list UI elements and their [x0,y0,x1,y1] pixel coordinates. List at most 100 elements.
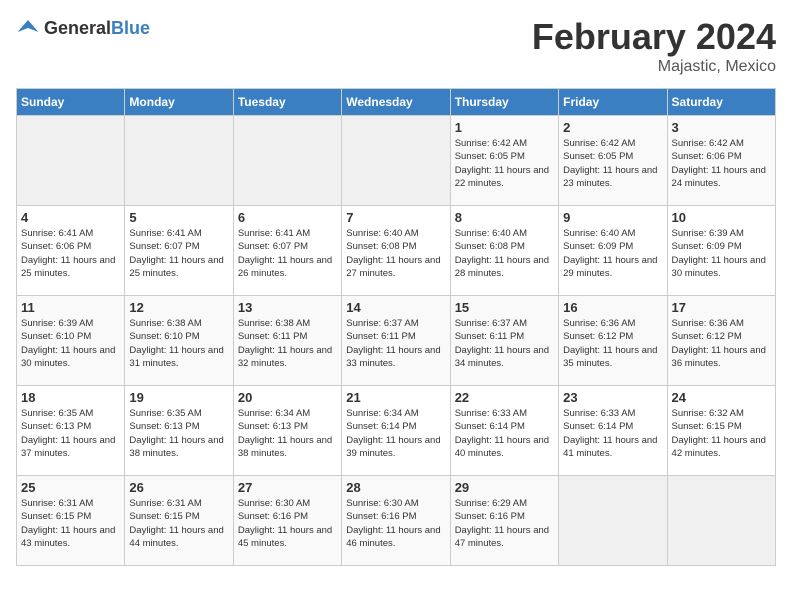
day-info: Sunrise: 6:34 AMSunset: 6:13 PMDaylight:… [238,407,337,460]
day-cell: 20 Sunrise: 6:34 AMSunset: 6:13 PMDayligh… [233,386,341,476]
day-info: Sunrise: 6:35 AMSunset: 6:13 PMDaylight:… [129,407,228,460]
day-cell [342,116,450,206]
day-number: 19 [129,390,228,405]
day-cell: 21 Sunrise: 6:34 AMSunset: 6:14 PMDayligh… [342,386,450,476]
header-saturday: Saturday [667,89,775,116]
day-info: Sunrise: 6:41 AMSunset: 6:07 PMDaylight:… [238,227,337,280]
day-number: 29 [455,480,554,495]
day-cell [667,476,775,566]
day-cell: 15 Sunrise: 6:37 AMSunset: 6:11 PMDayligh… [450,296,558,386]
week-row: 1Sunrise: 6:42 AMSunset: 6:05 PMDaylight… [17,116,776,206]
day-number: 17 [672,300,771,315]
header-thursday: Thursday [450,89,558,116]
week-row: 18 Sunrise: 6:35 AMSunset: 6:13 PMDayligh… [17,386,776,476]
day-number: 4 [21,210,120,225]
day-cell: 1Sunrise: 6:42 AMSunset: 6:05 PMDaylight… [450,116,558,206]
logo-text: GeneralBlue [44,18,150,39]
day-cell: 24 Sunrise: 6:32 AMSunset: 6:15 PMDayligh… [667,386,775,476]
logo-blue: Blue [111,18,150,38]
week-row: 25 Sunrise: 6:31 AMSunset: 6:15 PMDayligh… [17,476,776,566]
day-info: Sunrise: 6:36 AMSunset: 6:12 PMDaylight:… [563,317,662,370]
day-info: Sunrise: 6:39 AMSunset: 6:09 PMDaylight:… [672,227,771,280]
day-number: 22 [455,390,554,405]
day-info: Sunrise: 6:33 AMSunset: 6:14 PMDaylight:… [563,407,662,460]
day-info: Sunrise: 6:39 AMSunset: 6:10 PMDaylight:… [21,317,120,370]
day-info: Sunrise: 6:31 AMSunset: 6:15 PMDaylight:… [129,497,228,550]
day-cell: 28 Sunrise: 6:30 AMSunset: 6:16 PMDayligh… [342,476,450,566]
day-cell: 7Sunrise: 6:40 AMSunset: 6:08 PMDaylight… [342,206,450,296]
day-cell: 5 Sunrise: 6:41 AMSunset: 6:07 PMDaylight… [125,206,233,296]
day-number: 26 [129,480,228,495]
day-number: 25 [21,480,120,495]
day-info: Sunrise: 6:35 AMSunset: 6:13 PMDaylight:… [21,407,120,460]
day-number: 14 [346,300,445,315]
day-cell: 9Sunrise: 6:40 AMSunset: 6:09 PMDaylight… [559,206,667,296]
day-cell: 26 Sunrise: 6:31 AMSunset: 6:15 PMDayligh… [125,476,233,566]
day-number: 6 [238,210,337,225]
week-row: 11 Sunrise: 6:39 AMSunset: 6:10 PMDayligh… [17,296,776,386]
day-info: Sunrise: 6:42 AMSunset: 6:05 PMDaylight:… [563,137,662,190]
day-number: 9 [563,210,662,225]
day-cell [17,116,125,206]
day-number: 18 [21,390,120,405]
day-number: 11 [21,300,120,315]
day-cell: 18 Sunrise: 6:35 AMSunset: 6:13 PMDayligh… [17,386,125,476]
day-cell: 8 Sunrise: 6:40 AMSunset: 6:08 PMDaylight… [450,206,558,296]
day-cell: 6 Sunrise: 6:41 AMSunset: 6:07 PMDaylight… [233,206,341,296]
day-number: 15 [455,300,554,315]
day-cell: 27 Sunrise: 6:30 AMSunset: 6:16 PMDayligh… [233,476,341,566]
day-info: Sunrise: 6:40 AMSunset: 6:08 PMDaylight:… [455,227,554,280]
day-info: Sunrise: 6:41 AMSunset: 6:07 PMDaylight:… [129,227,228,280]
day-number: 12 [129,300,228,315]
day-info: Sunrise: 6:37 AMSunset: 6:11 PMDaylight:… [346,317,445,370]
day-cell [559,476,667,566]
header-friday: Friday [559,89,667,116]
day-number: 13 [238,300,337,315]
day-cell: 16 Sunrise: 6:36 AMSunset: 6:12 PMDayligh… [559,296,667,386]
day-number: 16 [563,300,662,315]
day-number: 28 [346,480,445,495]
day-number: 27 [238,480,337,495]
day-info: Sunrise: 6:33 AMSunset: 6:14 PMDaylight:… [455,407,554,460]
day-cell [233,116,341,206]
day-cell: 14 Sunrise: 6:37 AMSunset: 6:11 PMDayligh… [342,296,450,386]
calendar-table: SundayMondayTuesdayWednesdayThursdayFrid… [16,88,776,566]
day-info: Sunrise: 6:34 AMSunset: 6:14 PMDaylight:… [346,407,445,460]
day-number: 7 [346,210,445,225]
day-cell: 25Sunrise: 6:31 AMSunset: 6:15 PMDayligh… [17,476,125,566]
day-info: Sunrise: 6:42 AMSunset: 6:06 PMDaylight:… [672,137,771,190]
logo: GeneralBlue [16,16,150,40]
day-info: Sunrise: 6:32 AMSunset: 6:15 PMDaylight:… [672,407,771,460]
header-sunday: Sunday [17,89,125,116]
day-cell: 23 Sunrise: 6:33 AMSunset: 6:14 PMDayligh… [559,386,667,476]
day-cell: 22 Sunrise: 6:33 AMSunset: 6:14 PMDayligh… [450,386,558,476]
header-monday: Monday [125,89,233,116]
week-row: 4Sunrise: 6:41 AMSunset: 6:06 PMDaylight… [17,206,776,296]
day-number: 10 [672,210,771,225]
day-info: Sunrise: 6:38 AMSunset: 6:11 PMDaylight:… [238,317,337,370]
day-number: 21 [346,390,445,405]
day-cell: 19 Sunrise: 6:35 AMSunset: 6:13 PMDayligh… [125,386,233,476]
day-number: 8 [455,210,554,225]
logo-icon [16,16,40,40]
day-cell: 17 Sunrise: 6:36 AMSunset: 6:12 PMDayligh… [667,296,775,386]
day-number: 20 [238,390,337,405]
title-area: February 2024 Majastic, Mexico [532,16,776,76]
day-info: Sunrise: 6:36 AMSunset: 6:12 PMDaylight:… [672,317,771,370]
day-number: 3 [672,120,771,135]
day-cell: 12 Sunrise: 6:38 AMSunset: 6:10 PMDayligh… [125,296,233,386]
day-info: Sunrise: 6:30 AMSunset: 6:16 PMDaylight:… [346,497,445,550]
day-number: 24 [672,390,771,405]
day-number: 5 [129,210,228,225]
day-cell: 29 Sunrise: 6:29 AMSunset: 6:16 PMDayligh… [450,476,558,566]
day-info: Sunrise: 6:38 AMSunset: 6:10 PMDaylight:… [129,317,228,370]
calendar-title: February 2024 [532,16,776,58]
day-cell: 2 Sunrise: 6:42 AMSunset: 6:05 PMDaylight… [559,116,667,206]
day-number: 2 [563,120,662,135]
day-info: Sunrise: 6:37 AMSunset: 6:11 PMDaylight:… [455,317,554,370]
day-cell: 11 Sunrise: 6:39 AMSunset: 6:10 PMDayligh… [17,296,125,386]
day-info: Sunrise: 6:30 AMSunset: 6:16 PMDaylight:… [238,497,337,550]
day-info: Sunrise: 6:42 AMSunset: 6:05 PMDaylight:… [455,137,554,190]
day-info: Sunrise: 6:29 AMSunset: 6:16 PMDaylight:… [455,497,554,550]
day-number: 23 [563,390,662,405]
